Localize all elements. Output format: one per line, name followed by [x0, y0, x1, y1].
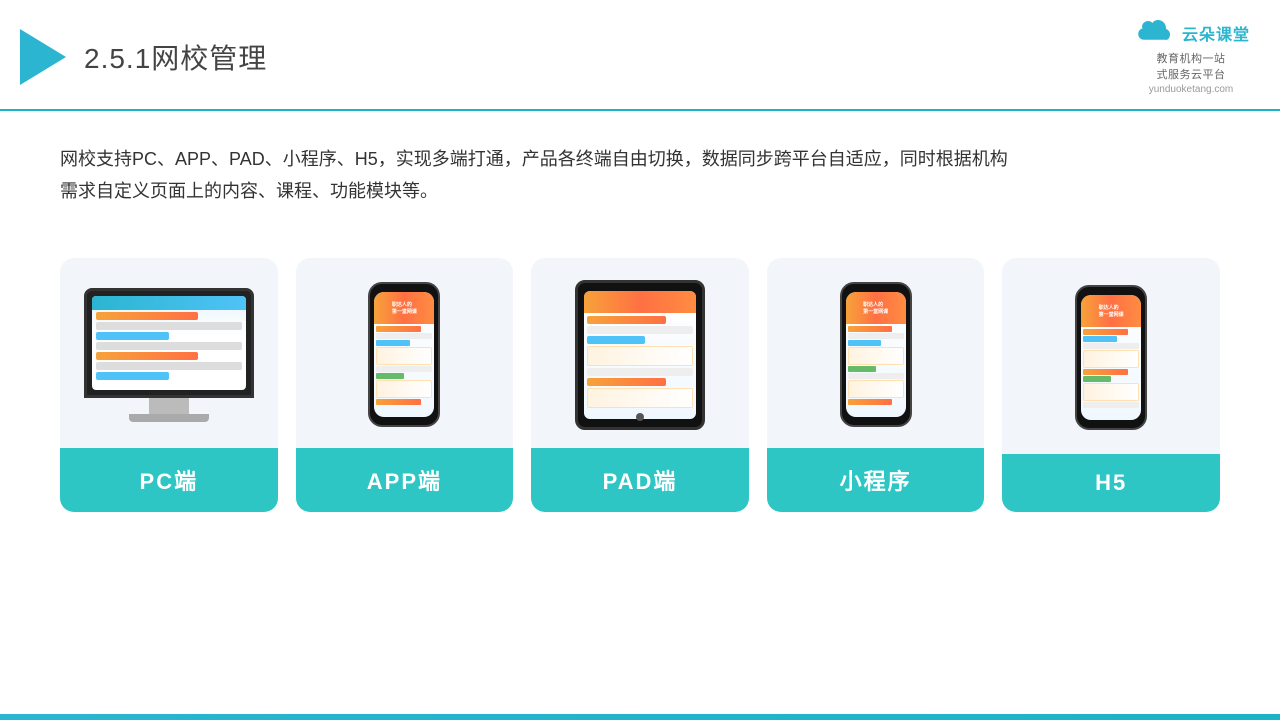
card-app-label: APP端 — [296, 448, 514, 512]
card-pc-label: PC端 — [60, 448, 278, 512]
card-h5-label: H5 — [1002, 454, 1220, 512]
card-miniprogram: 职达人的第一堂网课 小程序 — [767, 258, 985, 512]
card-pad-image — [531, 258, 749, 448]
description-line2: 需求自定义页面上的内容、课程、功能模块等。 — [60, 181, 438, 201]
description-line1: 网校支持PC、APP、PAD、小程序、H5，实现多端打通，产品各终端自由切换，数… — [60, 149, 1008, 169]
card-pad-label: PAD端 — [531, 448, 749, 512]
header-left: 2.5.1网校管理 — [20, 29, 267, 85]
bottom-bar — [0, 714, 1280, 720]
logo-subtitle: 教育机构一站式服务云平台 — [1156, 50, 1225, 82]
card-h5: 职达人的第一堂网课 H5 — [1002, 258, 1220, 512]
card-pc-image — [60, 258, 278, 448]
title-prefix: 2.5.1 — [84, 43, 151, 74]
card-miniprogram-label: 小程序 — [767, 448, 985, 512]
cards-section: PC端 职达人的第一堂网课 — [0, 238, 1280, 532]
title-main: 网校管理 — [151, 43, 267, 74]
logo-cloud: 云朵课堂 — [1132, 18, 1250, 48]
app-phone-icon: 职达人的第一堂网课 — [368, 282, 440, 427]
card-miniprogram-image: 职达人的第一堂网课 — [767, 258, 985, 448]
card-app: 职达人的第一堂网课 APP端 — [296, 258, 514, 512]
miniprogram-phone-icon: 职达人的第一堂网课 — [840, 282, 912, 427]
cloud-icon — [1132, 18, 1176, 48]
play-icon — [20, 29, 66, 85]
pad-tablet-icon — [575, 280, 705, 430]
page-title: 2.5.1网校管理 — [84, 37, 267, 77]
header: 2.5.1网校管理 云朵课堂 教育机构一站式服务云平台 yunduoketang… — [0, 0, 1280, 111]
logo-text: 云朵课堂 — [1182, 21, 1250, 45]
logo-area: 云朵课堂 教育机构一站式服务云平台 yunduoketang.com — [1132, 18, 1250, 95]
card-pc: PC端 — [60, 258, 278, 512]
card-h5-image: 职达人的第一堂网课 — [1002, 258, 1220, 454]
logo-url: yunduoketang.com — [1149, 84, 1234, 95]
h5-phone-icon: 职达人的第一堂网课 — [1075, 285, 1147, 430]
card-pad: PAD端 — [531, 258, 749, 512]
description-text: 网校支持PC、APP、PAD、小程序、H5，实现多端打通，产品各终端自由切换，数… — [0, 111, 1280, 228]
card-app-image: 职达人的第一堂网课 — [296, 258, 514, 448]
pc-monitor-icon — [84, 288, 254, 422]
